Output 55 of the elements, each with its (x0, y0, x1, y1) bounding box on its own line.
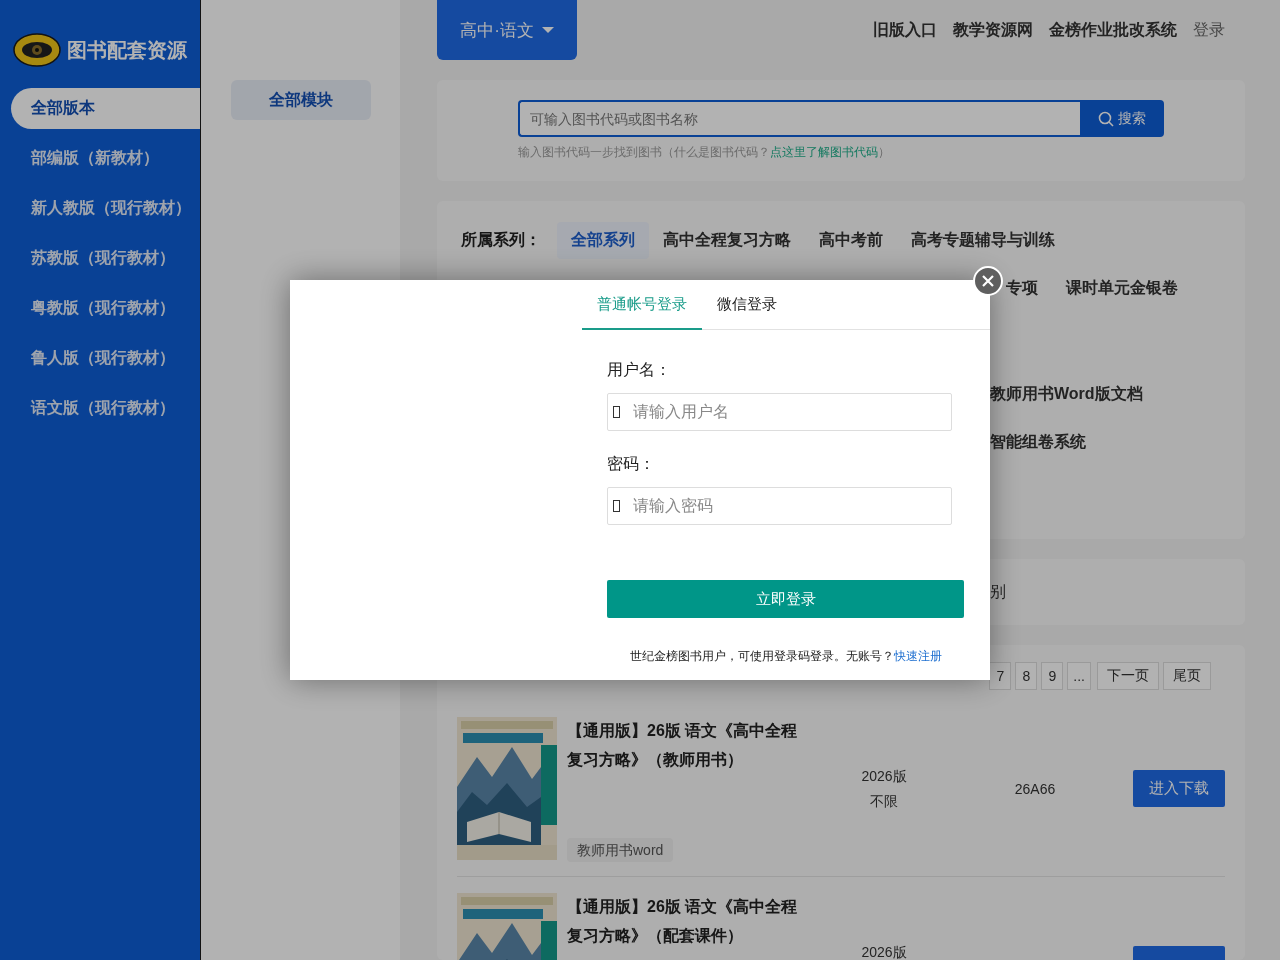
sidebar-item[interactable]: 语文版（现行教材） (11, 388, 200, 429)
register-link[interactable]: 快速注册 (894, 649, 942, 663)
search-field[interactable]: 可输入图书代码或图书名称 (518, 100, 1080, 137)
page-button[interactable]: 9 (1041, 662, 1064, 690)
series-option[interactable]: 全部系列 (557, 221, 649, 259)
nav-link[interactable]: 金榜作业批改系统 (1049, 19, 1177, 41)
sidebar-item[interactable]: 部编版（新教材） (11, 138, 200, 179)
filter-option[interactable]: 教师用书Word版文档 (990, 375, 1143, 413)
site-title: 图书配套资源 (67, 37, 187, 63)
sidebar-item[interactable]: 鲁人版（现行教材） (11, 338, 200, 379)
page-button[interactable]: ... (1067, 662, 1091, 690)
sidebar-item[interactable]: 苏教版（现行教材） (11, 238, 200, 279)
book-title[interactable]: 【通用版】26版 语文《高中全程复习方略》（教师用书） (567, 716, 807, 774)
nav-link[interactable]: 登录 (1193, 19, 1225, 41)
sidebar-item[interactable]: 粤教版（现行教材） (11, 288, 200, 329)
book-title[interactable]: 【通用版】26版 语文《高中全程复习方略》（配套课件） (567, 892, 807, 950)
download-button[interactable]: 进入下载 (1133, 770, 1225, 807)
sidebar-item[interactable]: 新人教版（现行教材） (11, 188, 200, 229)
close-icon (982, 275, 994, 287)
next-page-button[interactable]: 下一页 (1097, 662, 1159, 690)
input-field[interactable]: 请输入用户名 (607, 393, 952, 431)
page-button[interactable]: 8 (1015, 662, 1038, 690)
nav-link[interactable]: 教学资源网 (953, 19, 1033, 41)
edition-text: 2026版 (861, 942, 907, 960)
series-option[interactable]: 高中全程复习方略 (649, 221, 805, 259)
filter-label: 所属系列： (461, 229, 542, 250)
missing-glyph-icon (613, 406, 620, 418)
input-field[interactable]: 请输入密码 (607, 487, 952, 525)
search-button[interactable]: 搜索 (1080, 100, 1164, 137)
filter-option[interactable]: 智能组卷系统 (990, 423, 1086, 461)
field-label: 密码： (607, 454, 656, 474)
logo-icon (13, 33, 61, 67)
series-option[interactable]: 专项 (1006, 269, 1038, 307)
login-note: 世纪金榜图书用户，可使用登录码登录。无账号？快速注册 (629, 648, 943, 665)
search-icon (1098, 110, 1114, 127)
login-button[interactable]: 立即登录 (607, 580, 964, 618)
login-tab[interactable]: 普通帐号登录 (582, 280, 702, 330)
subject-dropdown[interactable]: 高中·语文 (437, 0, 577, 60)
edition-text: 2026版 (861, 766, 907, 786)
module-button[interactable]: 全部模块 (231, 80, 371, 120)
login-tab[interactable]: 微信登录 (702, 280, 792, 330)
field-label: 用户名： (607, 360, 672, 380)
sort-text: 别 (990, 581, 1006, 602)
book-tag: 教师用书word (567, 838, 674, 862)
nav-link[interactable]: 旧版入口 (873, 19, 937, 41)
missing-glyph-icon (613, 500, 620, 512)
last-page-button[interactable]: 尾页 (1163, 662, 1211, 690)
series-option[interactable]: 高考专题辅导与训练 (897, 221, 1069, 259)
page-button[interactable]: 7 (989, 662, 1012, 690)
caret-icon (541, 27, 554, 33)
limit-text: 不限 (870, 791, 898, 811)
book-code: 26A66 (1014, 780, 1056, 797)
series-option[interactable]: 课时单元金银卷 (1066, 269, 1178, 307)
series-option[interactable]: 高中考前 (805, 221, 897, 259)
sidebar-item[interactable]: 全部版本 (11, 88, 200, 129)
